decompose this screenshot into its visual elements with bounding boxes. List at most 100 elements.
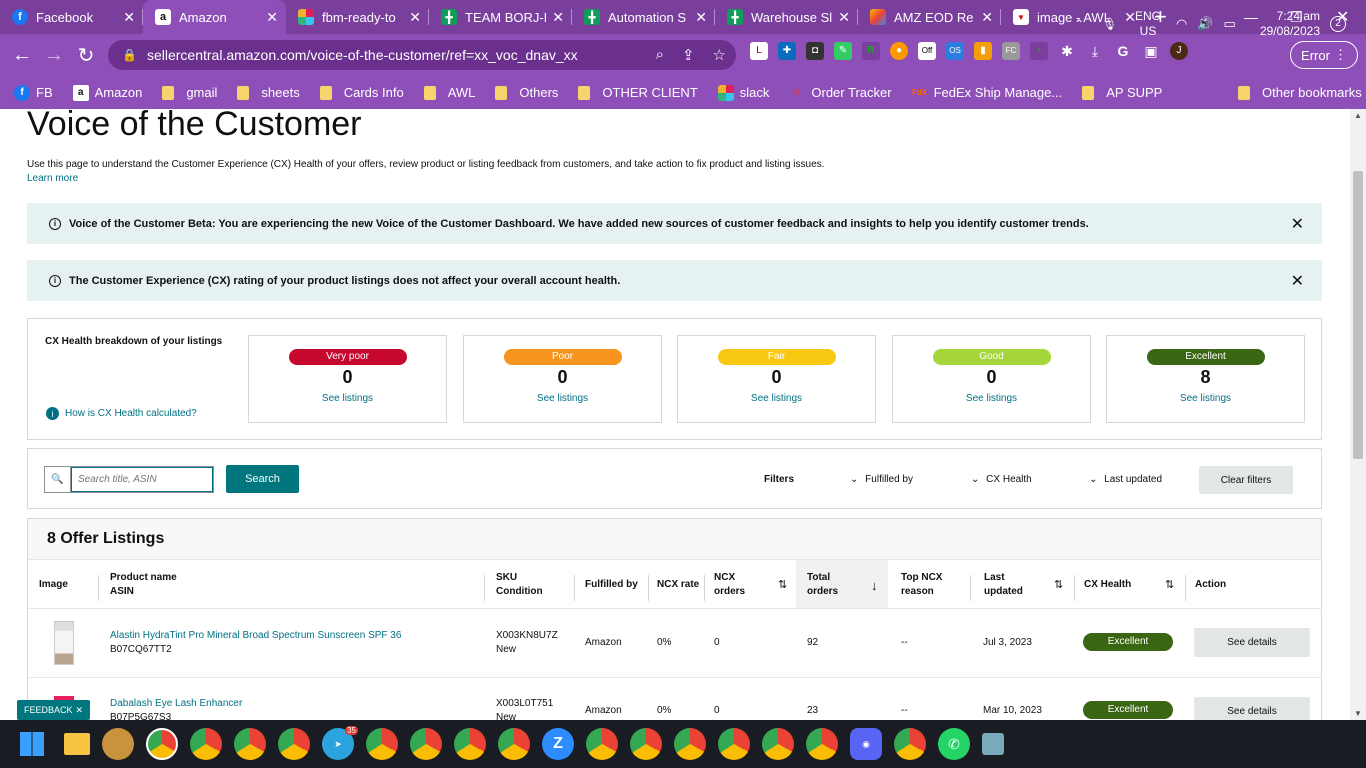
col-ncx-orders[interactable]: NCX orders [714, 571, 745, 599]
cx-health-filter[interactable]: ⌄ CX Health [971, 474, 1032, 485]
extension-icon[interactable]: ✚ [778, 42, 796, 60]
bookmark-star-icon[interactable]: ☆ [713, 46, 726, 64]
tab-facebook[interactable]: f Facebook ✕ [0, 0, 143, 34]
chrome-icon[interactable] [454, 728, 486, 760]
chart-icon[interactable]: ▮ [974, 42, 992, 60]
sort-desc-icon[interactable]: ↓ [871, 578, 878, 593]
tab-team-borj[interactable]: ╋ TEAM BORJ-L ✕ [429, 0, 572, 34]
reload-icon[interactable]: ↻ [70, 43, 102, 68]
col-cx-health[interactable]: CX Health [1084, 578, 1131, 592]
whatsapp-icon[interactable]: ✆ [938, 728, 970, 760]
zoom-app-icon[interactable]: Z [542, 728, 574, 760]
sort-icon[interactable]: ⇅ [778, 578, 787, 591]
chrome-icon[interactable] [146, 728, 178, 760]
bookmark-sheets[interactable]: sheets [237, 85, 300, 100]
bookmark-ap-supp[interactable]: AP SUPP [1082, 85, 1162, 100]
close-icon[interactable]: ✕ [266, 9, 278, 26]
chrome-icon[interactable] [366, 728, 398, 760]
search-button[interactable]: Search [226, 465, 299, 493]
chrome-icon[interactable] [806, 728, 838, 760]
see-details-button[interactable]: See details [1194, 697, 1310, 720]
col-total-orders[interactable]: Total orders [807, 571, 838, 599]
close-icon[interactable]: ✕ [552, 9, 564, 26]
close-icon[interactable]: ✕ [409, 9, 421, 26]
product-image[interactable] [54, 621, 74, 665]
address-bar[interactable]: 🔒 sellercentral.amazon.com/voice-of-the-… [108, 40, 736, 70]
close-icon[interactable]: ✕ [1291, 214, 1304, 234]
extension-icon[interactable]: OS [946, 42, 964, 60]
keepa-icon[interactable]: Off [918, 42, 936, 60]
notification-center[interactable]: 2 [1330, 0, 1346, 48]
see-details-button[interactable]: See details [1194, 628, 1310, 657]
start-icon[interactable] [20, 732, 44, 756]
system-tray[interactable]: ◠ 🔊 ▭ [1176, 0, 1236, 48]
forward-icon[interactable]: → [38, 44, 70, 67]
bookmark-gmail[interactable]: gmail [162, 85, 217, 100]
see-listings-link[interactable]: See listings [464, 393, 661, 404]
file-explorer-icon[interactable] [64, 733, 90, 755]
app-icon[interactable] [102, 728, 134, 760]
clock[interactable]: 7:24 am 29/08/2023 [1256, 0, 1320, 48]
discord-icon[interactable]: ◉ [850, 728, 882, 760]
last-updated-filter[interactable]: ⌄ Last updated [1089, 474, 1162, 485]
product-name-link[interactable]: Alastin HydraTint Pro Mineral Broad Spec… [110, 630, 401, 641]
fulfilled-by-filter[interactable]: ⌄ Fulfilled by [850, 474, 913, 485]
close-icon[interactable]: ✕ [695, 9, 707, 26]
bookmark-others[interactable]: Others [495, 85, 558, 100]
extension-icon[interactable]: ● [890, 42, 908, 60]
pen-icon[interactable]: ✎ [834, 42, 852, 60]
see-listings-link[interactable]: See listings [1107, 393, 1304, 404]
col-fulfilled[interactable]: Fulfilled by [585, 578, 638, 592]
close-icon[interactable]: ✕ [981, 9, 993, 26]
bookmark-fedex[interactable]: FdX FedEx Ship Manage... [912, 85, 1062, 101]
bookmark-order-tracker[interactable]: ➶ Order Tracker [789, 85, 891, 101]
product-name-link[interactable]: Dabalash Eye Lash Enhancer [110, 698, 242, 709]
chrome-icon[interactable] [190, 728, 222, 760]
close-icon[interactable]: ✕ [123, 9, 135, 26]
tab-warehouse[interactable]: ╋ Warehouse Sl ✕ [715, 0, 858, 34]
chrome-icon[interactable] [234, 728, 266, 760]
extension-icon[interactable]: ↑ [1030, 42, 1048, 60]
scrollbar[interactable]: ▲ ▼ [1350, 109, 1366, 720]
chrome-icon[interactable] [278, 728, 310, 760]
col-ncx-rate[interactable]: NCX rate [657, 578, 699, 592]
chrome-icon[interactable] [410, 728, 442, 760]
tab-fbm-ready[interactable]: fbm-ready-to ✕ [286, 0, 429, 34]
tab-amz-eod[interactable]: AMZ EOD Re ✕ [858, 0, 1001, 34]
close-icon[interactable]: ✕ [838, 9, 850, 26]
sort-icon[interactable]: ⇅ [1165, 578, 1174, 591]
chrome-icon[interactable] [630, 728, 662, 760]
close-icon[interactable]: ✕ [75, 705, 83, 716]
bookmark-other-client[interactable]: OTHER CLIENT [578, 85, 698, 100]
chrome-icon[interactable] [674, 728, 706, 760]
bookmark-awl[interactable]: AWL [423, 85, 475, 100]
bookmark-amazon[interactable]: a Amazon [72, 84, 142, 101]
col-product[interactable]: Product name ASIN [110, 571, 177, 599]
scrollbar-thumb[interactable] [1353, 171, 1363, 459]
zoom-icon[interactable]: ⌕ [656, 46, 664, 64]
clear-filters-button[interactable]: Clear filters [1199, 466, 1293, 494]
col-top-ncx[interactable]: Top NCX reason [901, 571, 942, 599]
camera-icon[interactable]: ◘ [806, 42, 824, 60]
extension-icon[interactable]: FC [1002, 42, 1020, 60]
learn-more-link[interactable]: Learn more [27, 173, 78, 184]
extension-icon[interactable]: R [862, 42, 880, 60]
back-icon[interactable]: ← [6, 44, 38, 67]
col-last-updated[interactable]: Last updated [984, 571, 1023, 599]
tab-automation[interactable]: ╋ Automation S ✕ [572, 0, 715, 34]
tab-amazon[interactable]: a Amazon ✕ [143, 0, 286, 34]
other-bookmarks[interactable]: Other bookmarks [1238, 85, 1362, 100]
telegram-icon[interactable]: 35 ➤ [322, 726, 358, 760]
chrome-icon[interactable] [498, 728, 530, 760]
close-icon[interactable]: ✕ [1291, 271, 1304, 291]
see-listings-link[interactable]: See listings [893, 393, 1090, 404]
share-icon[interactable]: ⇪ [682, 46, 695, 64]
scroll-up-icon[interactable]: ▲ [1354, 111, 1362, 120]
language-indicator[interactable]: ENG US [1135, 0, 1161, 48]
extension-icon[interactable]: L [750, 42, 768, 60]
chrome-icon[interactable] [762, 728, 794, 760]
chrome-icon[interactable] [894, 728, 926, 760]
scroll-down-icon[interactable]: ▼ [1354, 709, 1362, 718]
bookmark-fb[interactable]: f FB [14, 84, 53, 101]
sort-icon[interactable]: ⇅ [1054, 578, 1063, 591]
